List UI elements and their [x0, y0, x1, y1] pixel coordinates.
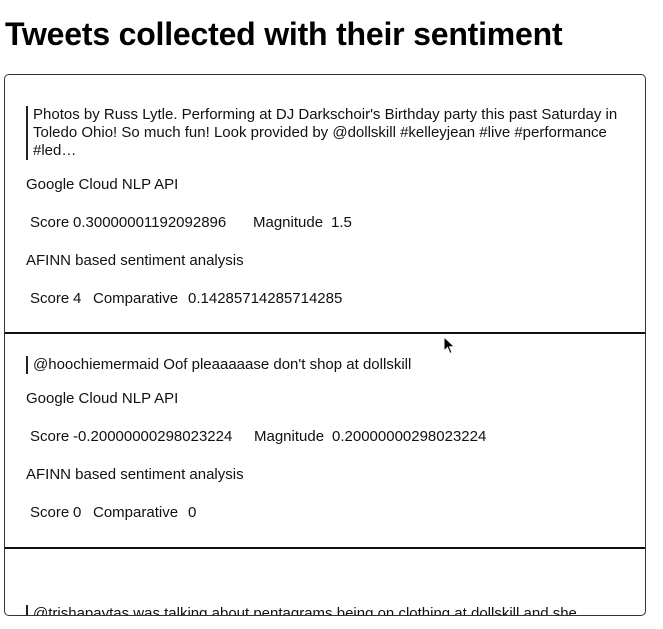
- afinn-score-value: 0: [73, 504, 82, 521]
- afinn-score-value: 4: [73, 290, 82, 307]
- google-nlp-label: Google Cloud NLP API: [26, 390, 179, 407]
- google-score-label: Score: [30, 428, 70, 445]
- afinn-comparative-value: 0.14285714285714285: [188, 290, 343, 307]
- tweet-card: @hoochiemermaid Oof pleaaaaase don't sho…: [5, 334, 645, 549]
- google-magnitude-label: Magnitude: [253, 214, 324, 231]
- afinn-score-label: Score: [30, 504, 70, 521]
- tweet-text: Photos by Russ Lytle. Performing at DJ D…: [26, 106, 623, 160]
- google-magnitude-value: 0.20000000298023224: [332, 428, 487, 445]
- afinn-comparative-label: Comparative: [93, 504, 179, 521]
- google-magnitude-value: 1.5: [331, 214, 352, 231]
- tweet-card: @trishapaytas was talking about pentagra…: [5, 549, 645, 615]
- afinn-label: AFINN based sentiment analysis: [26, 466, 244, 483]
- afinn-score-label: Score: [30, 290, 70, 307]
- google-nlp-label: Google Cloud NLP API: [26, 176, 179, 193]
- google-score-label: Score: [30, 214, 70, 231]
- afinn-label: AFINN based sentiment analysis: [26, 252, 244, 269]
- afinn-comparative-label: Comparative: [93, 290, 179, 307]
- tweet-list[interactable]: Photos by Russ Lytle. Performing at DJ D…: [4, 74, 646, 616]
- page-title: Tweets collected with their sentiment: [5, 16, 563, 52]
- tweet-card: Photos by Russ Lytle. Performing at DJ D…: [5, 75, 645, 334]
- tweet-text: @trishapaytas was talking about pentagra…: [26, 605, 623, 615]
- tweet-text: @hoochiemermaid Oof pleaaaaase don't sho…: [26, 356, 623, 374]
- google-magnitude-label: Magnitude: [254, 428, 325, 445]
- google-score-value: 0.30000001192092896: [73, 214, 227, 231]
- mouse-pointer-icon: [443, 336, 456, 355]
- afinn-comparative-value: 0: [188, 504, 197, 521]
- google-score-value: -0.20000000298023224: [73, 428, 233, 445]
